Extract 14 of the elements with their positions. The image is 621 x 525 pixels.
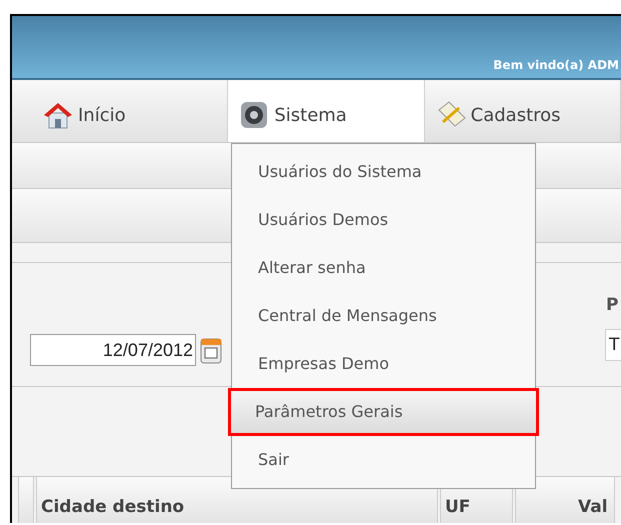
menu-item[interactable]: Usuários Demos (232, 196, 535, 244)
menu-item[interactable]: Central de Mensagens (232, 292, 535, 340)
menu-item[interactable]: Parâmetros Gerais (228, 388, 539, 436)
nav-tab[interactable]: Sistema (228, 80, 425, 142)
house-icon (42, 100, 74, 130)
date-field[interactable]: 12/07/2012 (30, 334, 196, 366)
menu-item[interactable]: Usuários do Sistema (232, 148, 535, 196)
welcome-text: Bem vindo(a) ADM (493, 57, 619, 74)
input-field[interactable]: T (605, 329, 621, 361)
column-header: Val (515, 477, 615, 523)
menu-item[interactable]: Empresas Demo (232, 340, 535, 388)
nav-tab[interactable]: Cadastros (424, 80, 621, 142)
field-label: P (606, 294, 618, 317)
menu-item[interactable]: Alterar senha (232, 244, 535, 292)
